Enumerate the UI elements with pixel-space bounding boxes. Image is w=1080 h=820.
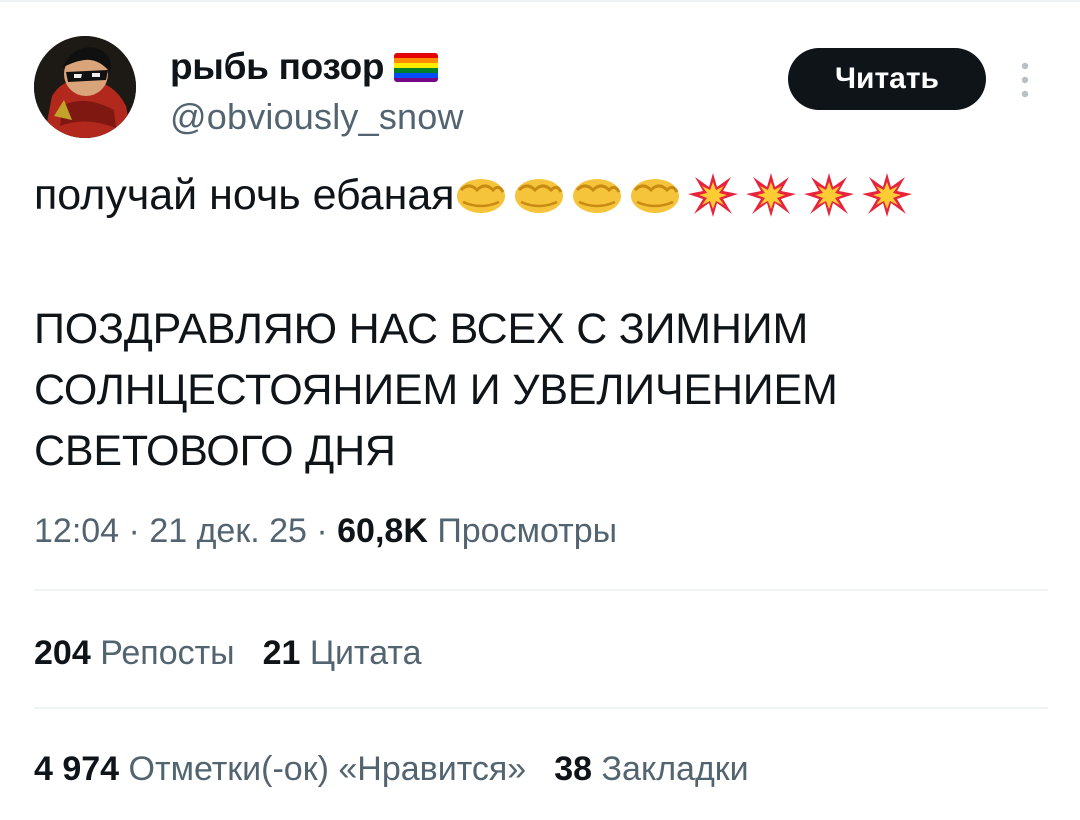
fist-emoji-icon — [629, 172, 681, 218]
meta-separator: · — [119, 512, 150, 550]
tweet-date[interactable]: 21 дек. 25 — [149, 512, 307, 550]
emoji-row — [455, 172, 919, 218]
divider — [34, 589, 1048, 591]
quotes-stat[interactable]: 21 Цитата — [263, 634, 422, 672]
likes-stat[interactable]: 4 974 Отметки(-ок) «Нравится» — [34, 750, 526, 788]
tweet-text: получай ночь ебаная ПОЗДРАВЛЯЮ НАС ВСЕХ … — [34, 165, 1044, 482]
tweet-meta: 12:04 · 21 дек. 25 · 60,8K Просмотры — [34, 512, 617, 551]
display-name[interactable]: рыбь позор — [170, 46, 385, 88]
reposts-label: Репосты — [100, 634, 235, 672]
likes-label: Отметки(-ок) «Нравится» — [128, 750, 527, 788]
fist-emoji-icon — [455, 172, 507, 218]
collision-emoji-icon — [687, 172, 739, 218]
stats-row-1: 204 Репосты 21 Цитата — [34, 634, 422, 673]
tweet-time[interactable]: 12:04 — [34, 512, 119, 550]
user-info: рыбь позор @obviously_snow — [170, 40, 464, 138]
collision-emoji-icon — [803, 172, 855, 218]
tweet-line-1-text: получай ночь ебаная — [34, 171, 455, 219]
meta-separator: · — [306, 512, 338, 550]
reposts-count: 204 — [34, 634, 91, 672]
likes-count: 4 974 — [34, 750, 120, 788]
views-label[interactable]: Просмотры — [437, 512, 617, 550]
more-vertical-icon[interactable] — [1010, 58, 1040, 102]
quotes-label: Цитата — [309, 634, 422, 672]
fist-emoji-icon — [571, 172, 623, 218]
stats-row-2: 4 974 Отметки(-ок) «Нравится» 38 Закладки — [34, 750, 749, 789]
quotes-count: 21 — [262, 634, 301, 672]
top-divider — [0, 0, 1080, 2]
tweet-line-1: получай ночь ебаная — [34, 165, 1044, 225]
avatar-image — [34, 36, 136, 138]
collision-emoji-icon — [861, 172, 913, 218]
bookmarks-stat[interactable]: 38 Закладки — [554, 750, 748, 788]
display-name-row: рыбь позор — [170, 40, 464, 94]
avatar[interactable] — [34, 36, 136, 138]
reposts-stat[interactable]: 204 Репосты — [34, 634, 235, 672]
rainbow-flag-icon — [394, 52, 439, 82]
follow-button[interactable]: Читать — [788, 48, 986, 110]
divider — [34, 707, 1048, 709]
bookmarks-label: Закладки — [601, 750, 749, 788]
views-count[interactable]: 60,8K — [337, 512, 428, 550]
tweet-line-2: ПОЗДРАВЛЯЮ НАС ВСЕХ С ЗИМНИМ СОЛНЦЕСТОЯН… — [34, 305, 838, 475]
user-handle[interactable]: @obviously_snow — [170, 96, 464, 138]
fist-emoji-icon — [513, 172, 565, 218]
collision-emoji-icon — [745, 172, 797, 218]
bookmarks-count: 38 — [554, 750, 593, 788]
